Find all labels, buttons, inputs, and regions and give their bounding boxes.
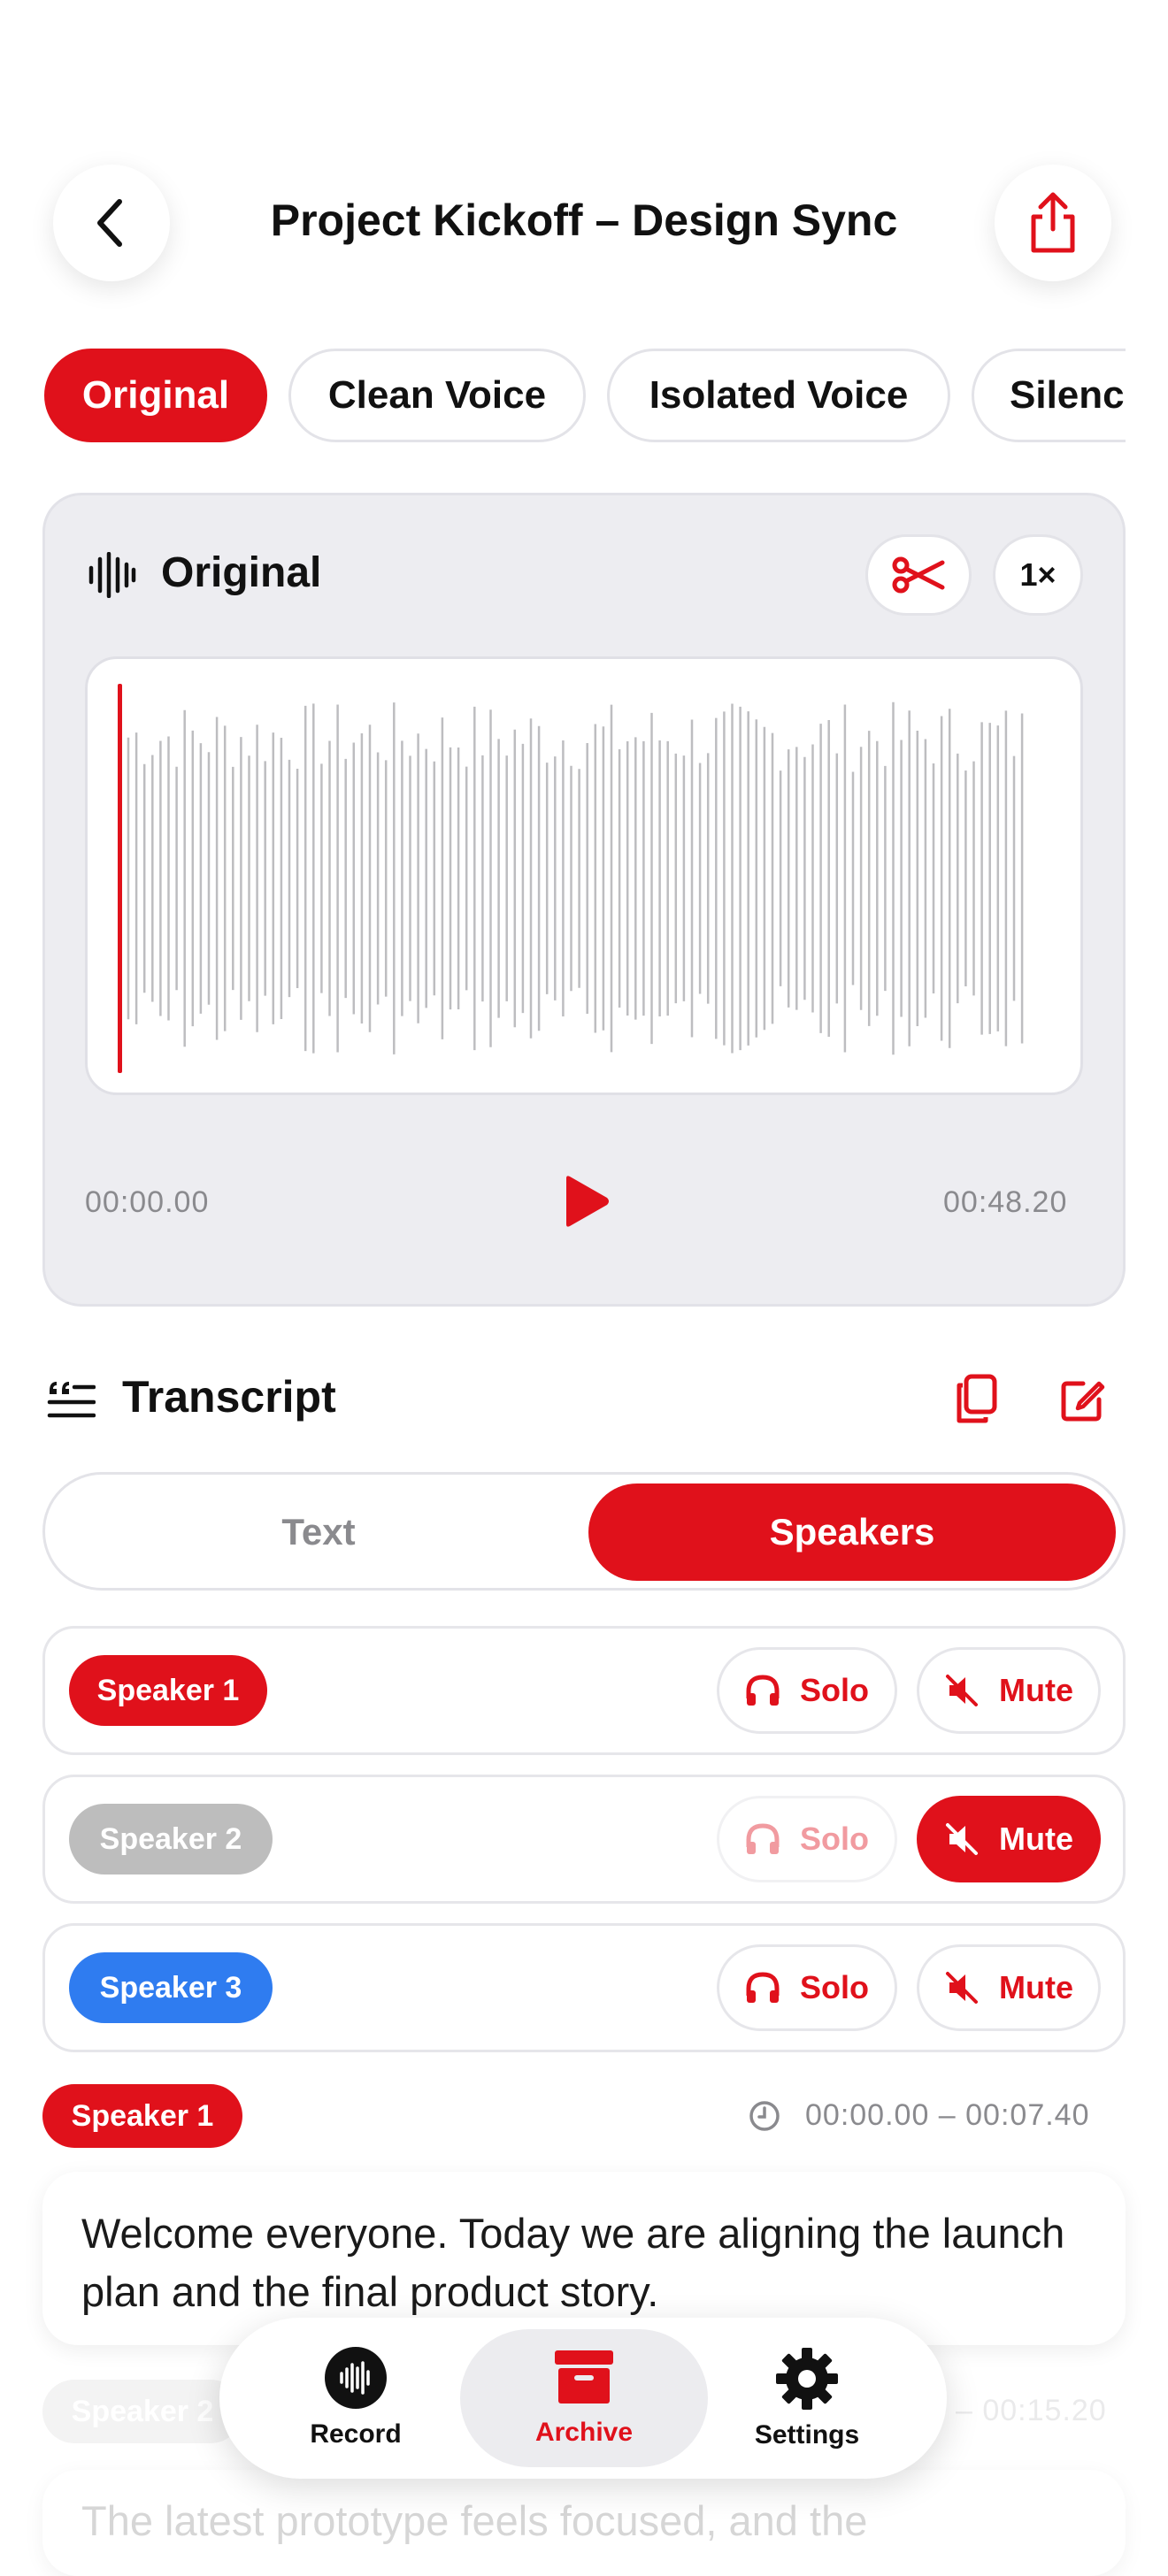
solo-button[interactable]: Solo: [717, 1647, 897, 1734]
solo-button[interactable]: Solo: [717, 1944, 897, 2031]
segment-speaker-badge: Speaker 2: [42, 2380, 242, 2443]
waveform: [118, 684, 1024, 1073]
tab-settings[interactable]: Settings: [692, 2329, 922, 2467]
tab-settings-label: Settings: [754, 2420, 860, 2450]
archive-box-icon: [555, 2350, 613, 2404]
speaker-badge: Speaker 3: [69, 1952, 273, 2023]
current-time: 00:00.00: [85, 1185, 210, 1219]
waveform-panel[interactable]: [85, 656, 1083, 1095]
play-icon: [566, 1176, 609, 1227]
mute-button[interactable]: Mute: [917, 1647, 1101, 1734]
speed-button[interactable]: 1×: [993, 534, 1083, 616]
segment-speaker-badge: Speaker 1: [42, 2084, 242, 2148]
speaker-badge: Speaker 1: [69, 1655, 267, 1726]
solo-label: Solo: [800, 1969, 869, 2005]
speaker-badge: Speaker 2: [69, 1804, 273, 1874]
clock-icon: [749, 2101, 780, 2131]
mute-label: Mute: [999, 1821, 1073, 1857]
page-title: Project Kickoff – Design Sync: [270, 196, 898, 245]
scissors-icon: [892, 556, 945, 594]
tab-text[interactable]: Text: [55, 1484, 582, 1581]
edit-icon[interactable]: [1060, 1376, 1106, 1422]
tab-record-label: Record: [310, 2419, 402, 2449]
tab-speakers[interactable]: Speakers: [588, 1484, 1116, 1581]
solo-button[interactable]: Solo: [717, 1796, 897, 1882]
transcript-icon: [47, 1382, 96, 1418]
copy-icon[interactable]: [954, 1373, 1000, 1426]
player-title: Original: [161, 549, 322, 596]
gear-icon: [776, 2348, 838, 2410]
tab-archive-label: Archive: [534, 2418, 634, 2447]
mute-button[interactable]: Mute: [917, 1796, 1101, 1882]
duration: 00:48.20: [943, 1185, 1068, 1219]
headphones-icon: [746, 1972, 780, 2003]
tab-archive[interactable]: Archive: [460, 2329, 708, 2467]
segment-text: Welcome everyone. Today we are aligning …: [81, 2210, 1065, 2315]
segment-time: – 00:15.20: [956, 2394, 1107, 2427]
solo-label: Solo: [800, 1821, 869, 1857]
chip-original[interactable]: Original: [44, 349, 267, 442]
mute-label: Mute: [999, 1969, 1073, 2005]
playhead: [118, 684, 122, 1073]
trim-button[interactable]: [865, 534, 972, 616]
version-filter-row: Original Clean Voice Isolated Voice Sile…: [44, 349, 1126, 448]
tab-record[interactable]: Record: [241, 2329, 471, 2467]
speaker-muted-icon: [946, 1823, 978, 1855]
chip-silence[interactable]: Silence: [972, 349, 1126, 442]
speaker-muted-icon: [946, 1675, 978, 1706]
mute-label: Mute: [999, 1672, 1073, 1708]
segment-time: 00:00.00 – 00:07.40: [805, 2098, 1090, 2132]
waveform-icon: [88, 552, 136, 598]
chip-isolated-voice[interactable]: Isolated Voice: [607, 349, 950, 442]
transcript-title: Transcript: [122, 1372, 336, 1422]
share-button[interactable]: [995, 165, 1111, 281]
headphones-icon: [746, 1823, 780, 1854]
record-icon: [325, 2347, 387, 2409]
headphones-icon: [746, 1675, 780, 1706]
mute-button[interactable]: Mute: [917, 1944, 1101, 2031]
play-button[interactable]: [559, 1173, 612, 1234]
speaker-muted-icon: [946, 1972, 978, 2004]
share-icon: [1031, 192, 1075, 253]
solo-label: Solo: [800, 1672, 869, 1708]
chip-clean-voice[interactable]: Clean Voice: [288, 349, 586, 442]
segment-text: The latest prototype feels focused, and …: [81, 2497, 868, 2544]
